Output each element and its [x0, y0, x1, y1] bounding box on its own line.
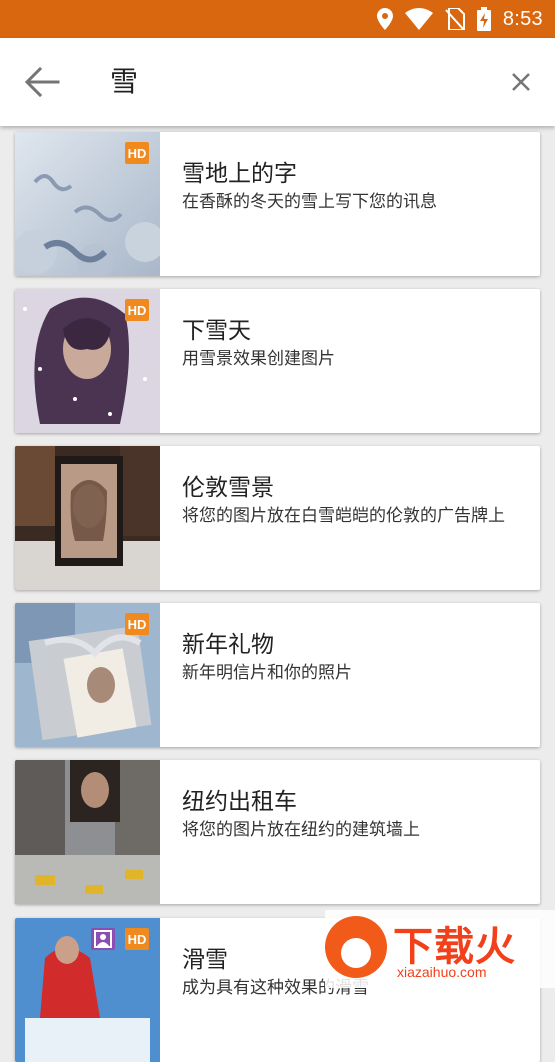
back-button[interactable]: [22, 64, 62, 100]
result-card-nyc-taxi[interactable]: 纽约出租车 将您的图片放在纽约的建筑墙上: [15, 760, 540, 904]
result-title: 雪地上的字: [182, 161, 297, 187]
search-bar: 雪: [0, 38, 555, 126]
thumbnail-london-snow: [15, 446, 160, 590]
thumbnail-nyc-taxi: [15, 760, 160, 904]
watermark-url: xiazaihuo.com: [397, 964, 487, 980]
no-sim-icon: [445, 8, 465, 30]
status-bar: 8:53: [0, 0, 555, 38]
result-card-london-snow[interactable]: 伦敦雪景 将您的图片放在白雪皑皑的伦敦的广告牌上: [15, 446, 540, 590]
result-card-snowy-day[interactable]: HD 下雪天 用雪景效果创建图片: [15, 289, 540, 433]
result-subtitle: 用雪景效果创建图片: [182, 349, 335, 369]
watermark-logo-icon: [325, 916, 387, 978]
status-icons: 8:53: [376, 6, 543, 32]
status-time: 8:53: [502, 7, 543, 30]
search-input[interactable]: 雪: [110, 60, 138, 100]
result-subtitle: 新年明信片和你的照片: [182, 663, 352, 683]
result-subtitle: 将您的图片放在纽约的建筑墙上: [182, 820, 420, 840]
result-title: 纽约出租车: [182, 789, 297, 815]
hd-badge: HD: [125, 928, 149, 950]
portrait-badge: [91, 928, 115, 950]
clear-search-button[interactable]: [507, 68, 535, 96]
result-title: 伦敦雪景: [182, 475, 274, 501]
battery-charging-icon: [476, 7, 491, 31]
watermark: 下载火 xiazaihuo.com: [325, 910, 555, 988]
result-subtitle: 将您的图片放在白雪皑皑的伦敦的广告牌上: [182, 506, 505, 526]
result-title: 新年礼物: [182, 632, 274, 658]
hd-badge: HD: [125, 142, 149, 164]
person-frame-icon: [94, 930, 112, 948]
hd-badge: HD: [125, 613, 149, 635]
result-title: 滑雪: [182, 947, 228, 973]
result-card-new-year-gift[interactable]: HD 新年礼物 新年明信片和你的照片: [15, 603, 540, 747]
hd-badge: HD: [125, 299, 149, 321]
close-icon: [512, 73, 530, 91]
result-title: 下雪天: [182, 318, 251, 344]
result-card-snow-text[interactable]: HD 雪地上的字 在香酥的冬天的雪上写下您的讯息: [15, 132, 540, 276]
location-icon: [376, 8, 393, 30]
arrow-left-icon: [24, 66, 60, 98]
result-subtitle: 在香酥的冬天的雪上写下您的讯息: [182, 192, 437, 212]
wifi-icon: [404, 8, 433, 30]
